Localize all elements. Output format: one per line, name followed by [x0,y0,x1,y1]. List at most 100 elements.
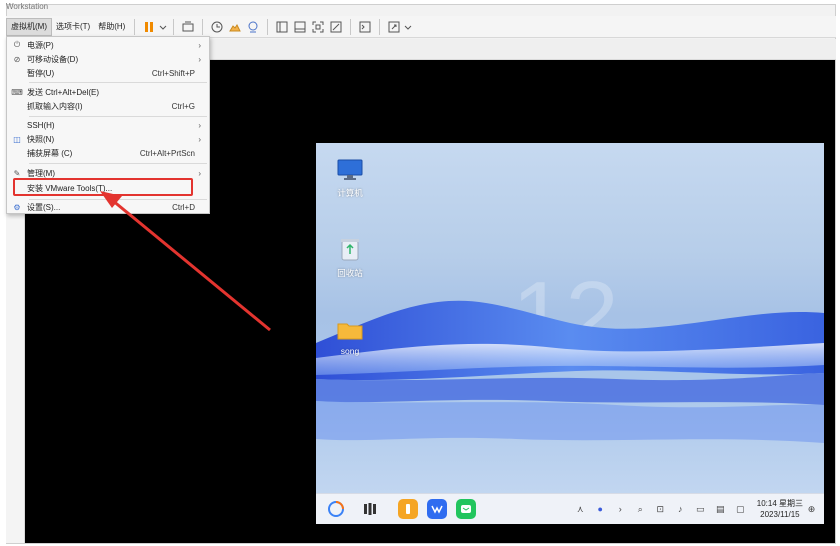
submenu-arrow-icon: › [198,54,201,64]
taskbar: ⋏ ● › ⌕ ⊡ ♪ ▭ ▤ ▢ 10:14 星期三 2023/11/15 ⊕ [316,493,824,524]
menu-item-label: 暂停(U) [27,68,55,78]
menu-separator [29,116,207,117]
multitask-view-button[interactable] [360,499,380,519]
menu-item-label: 捕获屏幕 (C) [27,148,73,158]
menu-separator [29,82,207,83]
toolbar-separator [134,18,136,35]
menu-item-power[interactable]: ⏻ 电源(P) › [7,38,209,52]
menu-item-shortcut: Ctrl+Alt+PrtScn [139,148,195,158]
menu-item-label: 管理(M) [27,168,55,178]
console-view-button[interactable] [356,18,374,36]
revert-snapshot-button[interactable] [226,18,244,36]
install-tools-highlight [13,178,193,196]
menu-item-label: SSH(H) [27,120,55,130]
menubar: 虚拟机(M) 选项卡(T) 帮助(H) [6,16,836,38]
toolbar-separator [173,18,175,35]
clock-date: 2023/11/15 [760,510,800,519]
taskbar-app-messenger[interactable] [456,499,476,519]
recycle-bin-icon [341,239,359,261]
keyboard-send-icon: ⌨ [11,87,23,97]
tray-network-share-icon[interactable]: ⋏ [574,503,587,516]
send-ctrl-alt-del-button[interactable] [179,18,197,36]
menu-item-label: 电源(P) [27,40,54,50]
snapshot-button[interactable] [208,18,226,36]
menu-item-label: 抓取输入内容(I) [27,101,83,111]
stretch-dropdown-button[interactable] [403,18,413,36]
desktop-icon-computer[interactable]: 计算机 [328,158,372,199]
manage-icon: ✎ [13,168,21,178]
toolbar-separator [267,18,269,35]
menu-item-shortcut: Ctrl+Shift+P [151,68,195,78]
menu-item-removable-devices[interactable]: ⊘ 可移动设备(D) › [7,52,209,66]
guest-desktop[interactable]: 12 计算机 回收站 song ⋏ ● › ⌕ ⊡ ♪ ▭ ▤ ▢ 10:14 … [316,143,824,524]
vm-menu-dropdown: ⏻ 电源(P) › ⊘ 可移动设备(D) › 暂停(U) Ctrl+Shift+… [6,36,210,214]
desktop-icon-label: 回收站 [337,268,363,278]
removable-device-icon: ⊘ [13,54,21,64]
unity-button[interactable] [327,18,345,36]
desktop-icon-folder-song[interactable]: song [328,319,372,356]
menu-tabs[interactable]: 选项卡(T) [52,18,94,36]
fullscreen-icon [312,21,324,32]
menu-item-grab-input[interactable]: 抓取输入内容(I) Ctrl+G [7,99,209,113]
pause-dropdown-button[interactable] [158,18,168,36]
multitask-icon [364,503,376,515]
menu-item-label: 发送 Ctrl+Alt+Del(E) [27,87,100,97]
toolbar-separator [350,18,352,35]
tray-keyboard-icon[interactable]: ▤ [714,503,727,516]
thumbnail-view-button[interactable] [291,18,309,36]
sidebar-layout-icon [276,21,288,32]
window-title: Workstation [6,2,49,11]
menu-item-label: 快照(N) [27,134,55,144]
toolbar-separator [379,18,381,35]
stretch-button[interactable] [385,18,403,36]
tray-chat-icon[interactable]: ▢ [734,503,747,516]
folder-icon [337,323,363,340]
submenu-arrow-icon: › [198,168,201,178]
menu-item-pause[interactable]: 暂停(U) Ctrl+Shift+P [7,66,209,80]
menu-item-snapshot[interactable]: ◫ 快照(N) › [7,132,209,146]
tray-assistant-icon[interactable]: ⊕ [805,503,818,516]
desktop-icon-label: 计算机 [337,188,363,198]
menu-item-ssh[interactable]: SSH(H) › [7,118,209,132]
taskbar-clock[interactable]: 10:14 星期三 2023/11/15 [757,498,803,520]
desktop-icon-recycle-bin[interactable]: 回收站 [328,236,372,279]
settings-icon: ⚙ [13,202,21,212]
submenu-arrow-icon: › [198,40,201,50]
taskbar-app-wps[interactable] [427,499,447,519]
chevron-down-icon [159,25,167,30]
tray-network-icon[interactable]: ▭ [694,503,707,516]
clock-time: 10:14 星期三 [756,499,803,508]
bottom-layout-icon [294,21,306,32]
menu-help[interactable]: 帮助(H) [94,18,129,36]
menu-item-capture-screen[interactable]: 捕获屏幕 (C) Ctrl+Alt+PrtScn [7,146,209,160]
pause-button[interactable] [140,18,158,36]
tray-expand-icon[interactable]: › [614,503,627,516]
menu-item-shortcut: Ctrl+D [172,202,195,212]
full-screen-button[interactable] [309,18,327,36]
snapshot-icon: ◫ [13,134,21,144]
power-icon: ⏻ [13,40,21,49]
clock-icon [211,21,223,32]
library-view-button[interactable] [273,18,291,36]
tray-input-method-icon[interactable]: ● [594,503,607,516]
start-button[interactable] [326,499,346,519]
tray-notification-icon[interactable]: ⊡ [654,503,667,516]
console-icon [359,21,371,32]
tray-search-icon[interactable]: ⌕ [634,503,647,516]
snapshot-manager-icon [248,21,258,32]
menu-item-label: 可移动设备(D) [27,54,79,64]
taskbar-app-file-manager[interactable] [398,499,418,519]
desktop-icon-label: song [340,346,360,356]
snapshot-manager-button[interactable] [244,18,262,36]
tray-volume-icon[interactable]: ♪ [674,503,687,516]
menu-item-send-ctrl-alt-del[interactable]: ⌨ 发送 Ctrl+Alt+Del(E) [7,85,209,99]
deepin-launcher-icon [328,501,344,517]
wps-icon [431,505,443,514]
menu-vm[interactable]: 虚拟机(M) [6,17,52,36]
stretch-icon [388,21,400,32]
menu-item-settings[interactable]: ⚙ 设置(S)... Ctrl+D [7,200,209,214]
toolbar-separator [202,18,204,35]
computer-icon [337,159,363,180]
menu-item-label: 设置(S)... [27,202,61,212]
keyboard-send-icon [182,21,194,31]
